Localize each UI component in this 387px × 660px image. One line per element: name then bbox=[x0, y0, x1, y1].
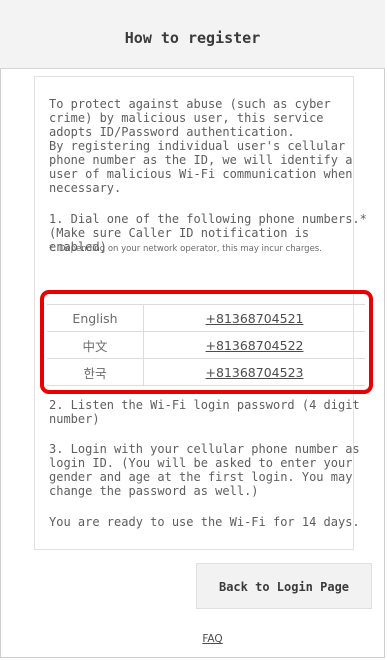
intro-text: To protect against abuse (such as cyber … bbox=[49, 97, 353, 195]
page-title: How to register bbox=[124, 29, 261, 47]
highlight-box bbox=[40, 290, 373, 394]
faq-link[interactable]: FAQ bbox=[0, 633, 387, 645]
back-to-login-button[interactable]: Back to Login Page bbox=[196, 563, 372, 609]
step2-text: 2. Listen the Wi-Fi login password (4 di… bbox=[49, 398, 360, 426]
step3-text: 3. Login with your cellular phone number… bbox=[49, 442, 360, 498]
step1-footnote: *: Depending on your network operator, t… bbox=[49, 244, 322, 254]
step1-text: 1. Dial one of the following phone numbe… bbox=[49, 212, 367, 226]
ready-text: You are ready to use the Wi-Fi for 14 da… bbox=[49, 515, 360, 529]
header-bar: How to register bbox=[0, 0, 385, 69]
